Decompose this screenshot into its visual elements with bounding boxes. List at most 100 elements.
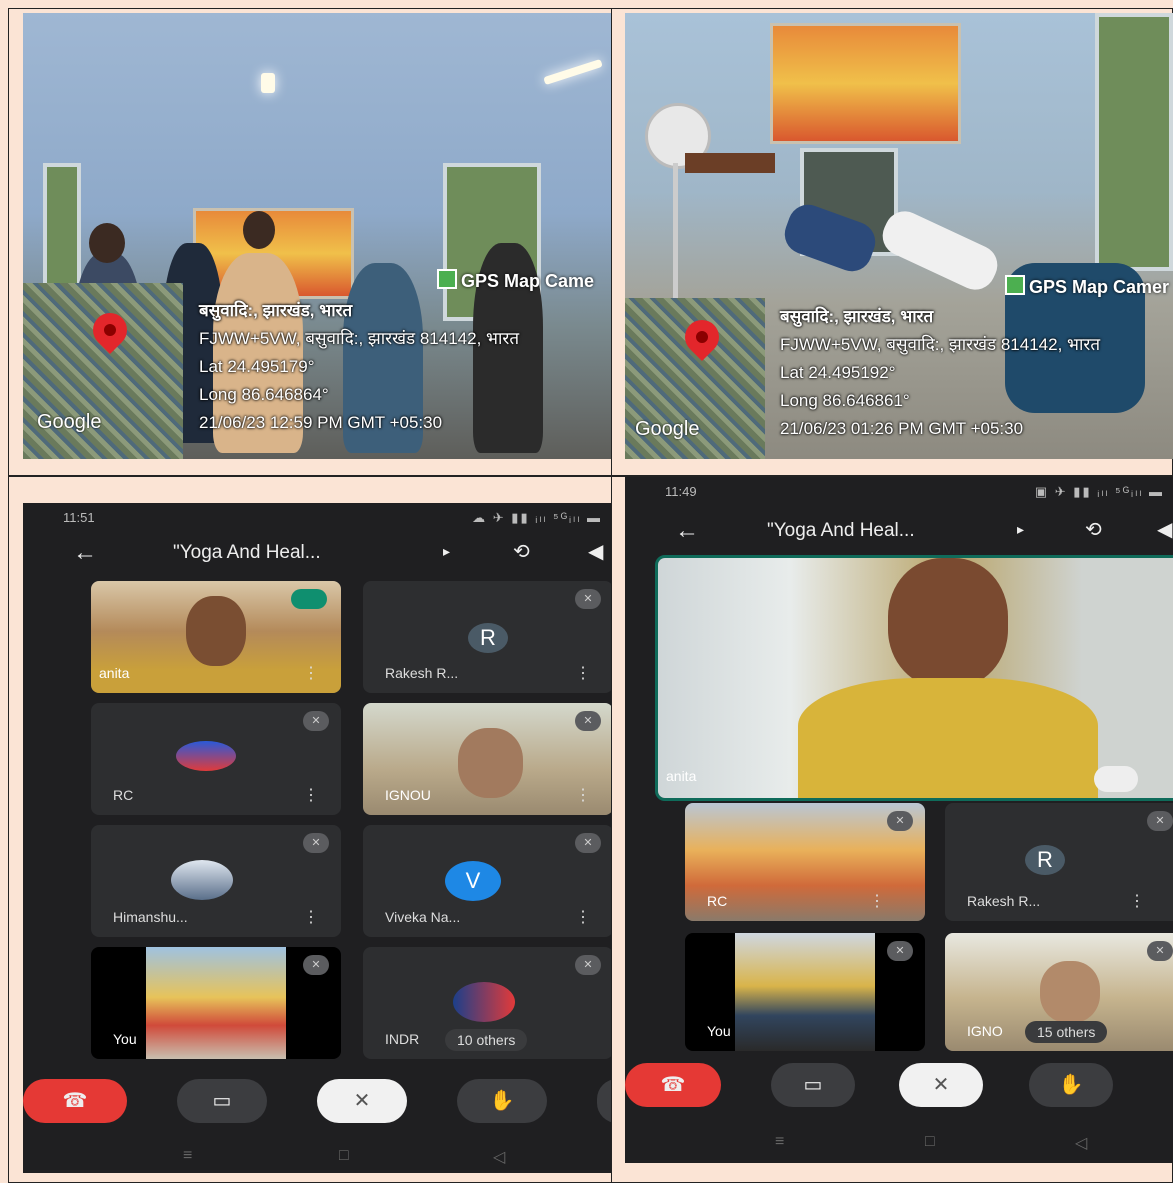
participant-name: RC [707,893,728,909]
menu-nav-icon[interactable]: ≡ [775,1133,784,1151]
status-icons: ▣ ✈ ▮▮ ᵢₗₗ ⁵ᴳᵢₗₗ ▬ [1034,484,1164,499]
camera-toggle-button[interactable]: ▭ [177,1079,267,1123]
others-count[interactable]: 10 others [445,1029,528,1051]
participant-tile[interactable]: ✕ IGNO 15 others [945,933,1173,1051]
mic-off-icon: ✕ [887,811,913,831]
participant-avatar [171,860,233,900]
meet-screen-1: 11:51 ☁ ✈ ▮▮ ᵢₗₗ ⁵ᴳᵢₗₗ ▬ ← "Yoga And Hea… [23,503,612,1173]
switch-camera-icon[interactable]: ⟲ [513,539,530,564]
gps-address-full: FJWW+5VW, बसुवादि:, झारखंड 814142, भारत [199,329,520,348]
mic-off-icon: ✕ [575,833,601,853]
gps-info: बसुवादि:, झारखंड, भारत FJWW+5VW, बसुवादि… [780,303,1100,443]
participant-tile[interactable]: ✕ Himanshu... ⋮ [91,825,341,937]
speaking-indicator-icon [291,589,327,609]
more-options-icon[interactable]: ⋮ [575,663,591,683]
fan-stand [673,163,678,303]
title-chevron-icon[interactable]: ▸ [443,543,450,560]
participant-name: Himanshu... [113,909,188,925]
wall-banner [770,23,961,144]
more-options-icon[interactable]: ⋮ [1129,891,1145,911]
back-arrow-icon[interactable]: ← [73,539,97,567]
home-nav-icon[interactable]: □ [339,1147,349,1165]
mic-off-icon [1094,766,1138,792]
participant-name: anita [99,665,130,681]
raise-hand-button[interactable]: ✋ [1029,1063,1113,1107]
camera-toggle-button[interactable]: ▭ [771,1063,855,1107]
self-video [735,933,875,1051]
meet-top-bar: ← "Yoga And Heal... ▸ ⟲ ◀ [625,511,1173,551]
gps-address-short: बसुवादि:, झारखंड, भारत [199,301,353,320]
end-call-button[interactable]: ☎ [625,1063,721,1107]
back-nav-icon[interactable]: ◁ [493,1147,505,1167]
home-nav-icon[interactable]: □ [925,1133,935,1151]
grid-cell-top-right: Google GPS Map Camer बसुवादि:, झारखंड, भ… [611,8,1173,476]
participant-tile[interactable]: ✕ INDR 10 others [363,947,612,1059]
meet-screen-2: 11:49 ▣ ✈ ▮▮ ᵢₗₗ ⁵ᴳᵢₗₗ ▬ ← "Yoga And Hea… [625,477,1173,1163]
gps-camera-icon [437,269,457,289]
mic-off-icon: ✕ [575,589,601,609]
face [888,558,1008,688]
others-count[interactable]: 15 others [1025,1021,1108,1043]
person-head [243,211,275,249]
meeting-title[interactable]: "Yoga And Heal... [767,520,915,542]
self-video [146,947,286,1059]
mic-off-icon: ✕ [575,711,601,731]
speaker-icon[interactable]: ◀ [1157,517,1172,542]
gps-camera-icon [1005,275,1025,295]
meeting-title[interactable]: "Yoga And Heal... [173,542,321,564]
map-attribution: Google [635,418,700,440]
participant-tile[interactable]: ✕ RC ⋮ [685,803,925,921]
mic-off-icon: ✕ [303,955,329,975]
participant-avatar: R [1025,845,1065,875]
main-speaker-tile[interactable]: anita [655,555,1173,801]
grid-cell-bottom-left: 11:51 ☁ ✈ ▮▮ ᵢₗₗ ⁵ᴳᵢₗₗ ▬ ← "Yoga And Hea… [8,476,613,1183]
end-call-button[interactable]: ☎ [23,1079,127,1123]
mic-off-icon: ✕ [303,833,329,853]
person-head [89,223,125,263]
status-time: 11:49 [665,484,697,499]
gps-app-name: GPS Map Came [461,271,595,291]
participant-tile[interactable]: anita ⋮ [91,581,341,693]
status-time: 11:51 [63,510,95,525]
title-chevron-icon[interactable]: ▸ [1017,521,1024,538]
yellow-shirt [798,678,1098,798]
person-lying [876,204,1004,297]
menu-nav-icon[interactable]: ≡ [183,1147,192,1165]
android-nav-bar: ≡ □ ◁ [23,1143,612,1173]
gps-timestamp: 21/06/23 01:26 PM GMT +05:30 [780,419,1024,438]
participant-tile[interactable]: ✕ You [685,933,925,1051]
gps-app-tag: GPS Map Camer [1005,275,1169,298]
map-attribution: Google [37,411,102,433]
more-options-icon[interactable]: ⋮ [575,907,591,927]
mic-toggle-button[interactable]: ✕ [317,1079,407,1123]
participant-name: Rakesh R... [385,665,459,681]
android-nav-bar: ≡ □ ◁ [625,1129,1173,1159]
mic-toggle-button[interactable]: ✕ [899,1063,983,1107]
participant-tile[interactable]: ✕ R Rakesh R... ⋮ [945,803,1173,921]
more-options-icon[interactable]: ⋮ [869,891,885,911]
participant-tile[interactable]: ✕ You [91,947,341,1059]
more-controls-button[interactable]: ⋮ [597,1079,612,1123]
switch-camera-icon[interactable]: ⟲ [1085,517,1102,542]
grid-cell-top-left: Google GPS Map Came बसुवादि:, झारखंड, भा… [8,8,613,476]
participant-tile[interactable]: ✕ R Rakesh R... ⋮ [363,581,612,693]
back-arrow-icon[interactable]: ← [675,517,699,545]
participant-tile[interactable]: ✕ IGNOU ⋮ [363,703,612,815]
more-options-icon[interactable]: ⋮ [303,663,319,683]
status-icons: ☁ ✈ ▮▮ ᵢₗₗ ⁵ᴳᵢₗₗ ▬ [472,510,602,525]
gps-info: बसुवादि:, झारखंड, भारत FJWW+5VW, बसुवादि… [199,297,519,437]
status-bar: 11:51 ☁ ✈ ▮▮ ᵢₗₗ ⁵ᴳᵢₗₗ ▬ [23,503,612,533]
more-options-icon[interactable]: ⋮ [303,907,319,927]
meet-top-bar: ← "Yoga And Heal... ▸ ⟲ ◀ [23,533,612,573]
back-nav-icon[interactable]: ◁ [1075,1133,1087,1153]
participant-tile[interactable]: ✕ V Viveka Na... ⋮ [363,825,612,937]
speaker-icon[interactable]: ◀ [588,539,603,564]
raise-hand-button[interactable]: ✋ [457,1079,547,1123]
more-options-icon[interactable]: ⋮ [575,785,591,805]
more-options-icon[interactable]: ⋮ [303,785,319,805]
face [458,728,523,798]
mic-off-icon: ✕ [575,955,601,975]
gps-photo-2: Google GPS Map Camer बसुवादि:, झारखंड, भ… [625,13,1173,459]
participant-tile[interactable]: ✕ RC ⋮ [91,703,341,815]
table [685,153,775,173]
